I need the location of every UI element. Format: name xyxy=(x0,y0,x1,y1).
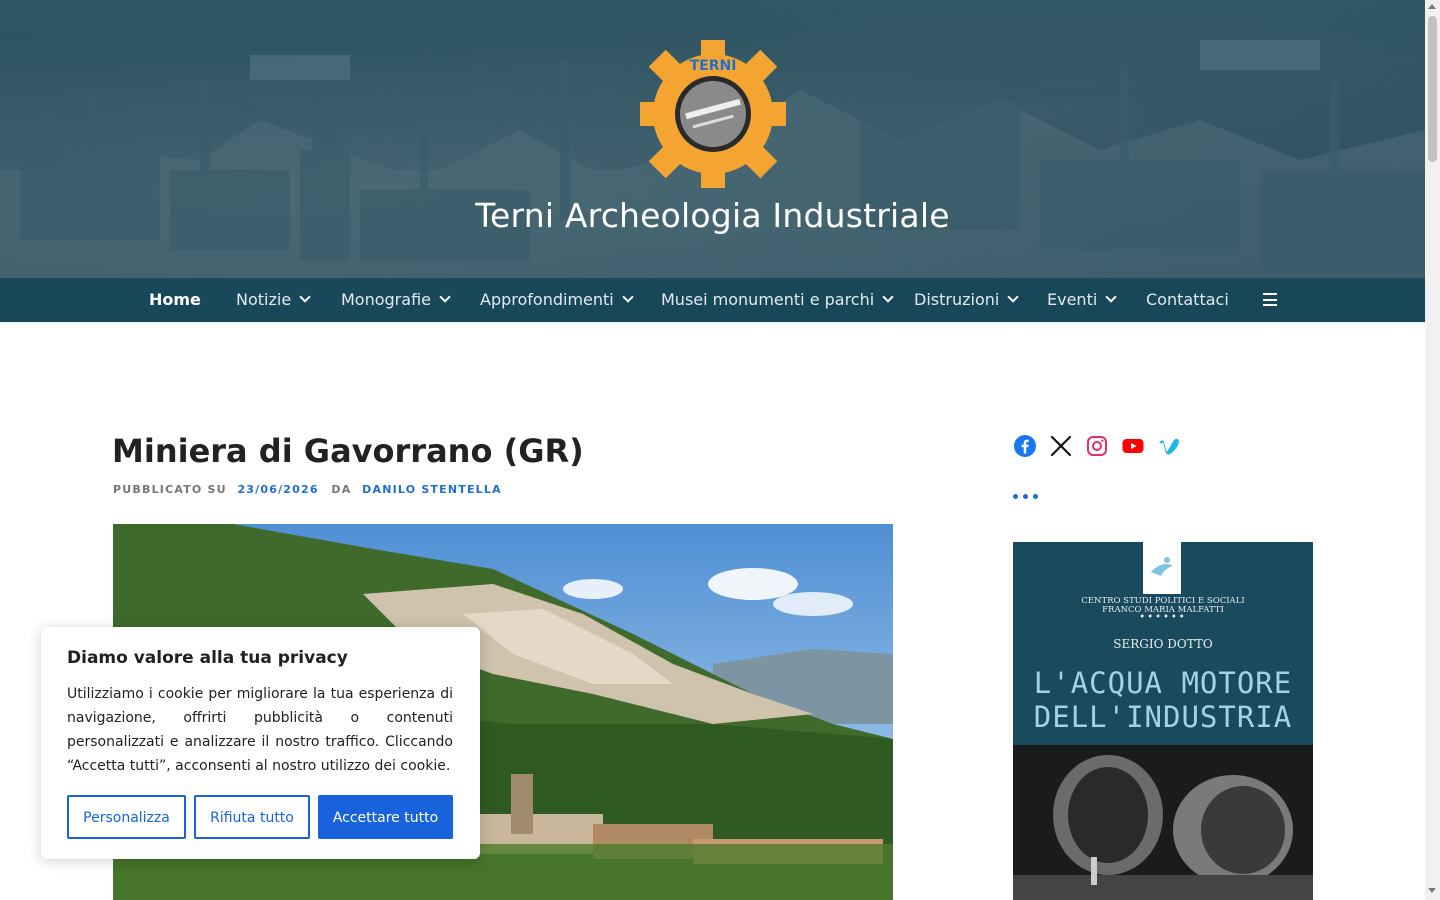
nav-item-home[interactable]: Home xyxy=(149,278,201,322)
nav-item-label: Distruzioni xyxy=(914,290,1000,309)
scroll-thumb[interactable] xyxy=(1428,16,1437,162)
main-navigation: Home Notizie Monografie Approfondimenti … xyxy=(0,278,1425,322)
chevron-down-icon xyxy=(1105,291,1117,303)
nav-item-label: Eventi xyxy=(1047,290,1098,309)
nav-item-eventi[interactable]: Eventi xyxy=(1047,278,1117,322)
nav-item-label: Home xyxy=(149,290,201,309)
nav-item-contattaci[interactable]: Contattaci xyxy=(1146,278,1229,322)
cookie-description: Utilizziamo i cookie per migliorare la t… xyxy=(67,686,453,774)
post-author-link[interactable]: DANILO STENTELLA xyxy=(362,483,502,496)
accept-all-button[interactable]: Accettare tutto xyxy=(318,795,453,839)
post-title: Miniera di Gavorrano (GR) xyxy=(112,432,584,470)
x-icon[interactable] xyxy=(1049,434,1073,458)
scroll-down-arrow-icon[interactable] xyxy=(1428,888,1436,893)
post-date-link[interactable]: 23/06/2026 xyxy=(237,483,318,496)
chevron-down-icon xyxy=(1007,291,1019,303)
book-logo xyxy=(1143,542,1181,594)
page-scrollbar[interactable] xyxy=(1425,0,1440,900)
nav-item-musei[interactable]: Musei monumenti e parchi xyxy=(661,278,894,322)
more-dots-icon[interactable] xyxy=(1013,484,1045,499)
nav-item-approfondimenti[interactable]: Approfondimenti xyxy=(480,278,634,322)
book-title-line1: L'ACQUA MOTORE xyxy=(1033,666,1293,700)
nav-item-label: Approfondimenti xyxy=(480,290,614,309)
chevron-down-icon xyxy=(299,291,311,303)
site-title[interactable]: Terni Archeologia Industriale xyxy=(0,196,1425,235)
instagram-icon[interactable] xyxy=(1085,434,1109,458)
nav-item-label: Musei monumenti e parchi xyxy=(661,290,875,309)
logo-text-top: TERNI xyxy=(689,58,737,74)
youtube-icon[interactable] xyxy=(1121,434,1145,458)
cookie-title: Diamo valore alla tua privacy xyxy=(67,648,348,668)
nav-item-distruzioni[interactable]: Distruzioni xyxy=(914,278,1019,322)
nav-item-label: Contattaci xyxy=(1146,290,1229,309)
published-label: PUBBLICATO SU xyxy=(113,483,227,496)
nav-item-label: Monografie xyxy=(341,290,431,309)
nav-item-notizie[interactable]: Notizie xyxy=(236,278,311,322)
author-label: DA xyxy=(331,483,352,496)
book-title-line2: DELL'INDUSTRIA xyxy=(1033,700,1293,734)
chevron-down-icon xyxy=(439,291,451,303)
scroll-up-arrow-icon[interactable] xyxy=(1428,4,1436,9)
customize-button[interactable]: Personalizza xyxy=(67,795,186,839)
chevron-down-icon xyxy=(622,291,634,303)
site-header: TERNI Terni Archeologia Industriale Home… xyxy=(0,0,1425,322)
book-author: SERGIO DOTTO xyxy=(1113,637,1213,651)
book-advertisement[interactable]: CENTRO STUDI POLITICI E SOCIALI FRANCO M… xyxy=(1013,542,1313,900)
hamburger-icon[interactable] xyxy=(1263,293,1277,306)
nav-item-label: Notizie xyxy=(236,290,292,309)
chevron-down-icon xyxy=(882,291,894,303)
nav-item-monografie[interactable]: Monografie xyxy=(341,278,451,322)
reject-all-button[interactable]: Rifiuta tutto xyxy=(194,795,310,839)
vimeo-icon[interactable] xyxy=(1157,434,1181,458)
header-divider xyxy=(0,322,1425,328)
post-meta: PUBBLICATO SU 23/06/2026 DA DANILO STENT… xyxy=(113,483,502,496)
book-dots-ornament: •••••• xyxy=(1139,612,1187,623)
facebook-icon[interactable] xyxy=(1013,434,1037,458)
cookie-consent-banner: Diamo valore alla tua privacy Utilizziam… xyxy=(41,627,480,859)
book-cover-photo xyxy=(1013,745,1313,900)
